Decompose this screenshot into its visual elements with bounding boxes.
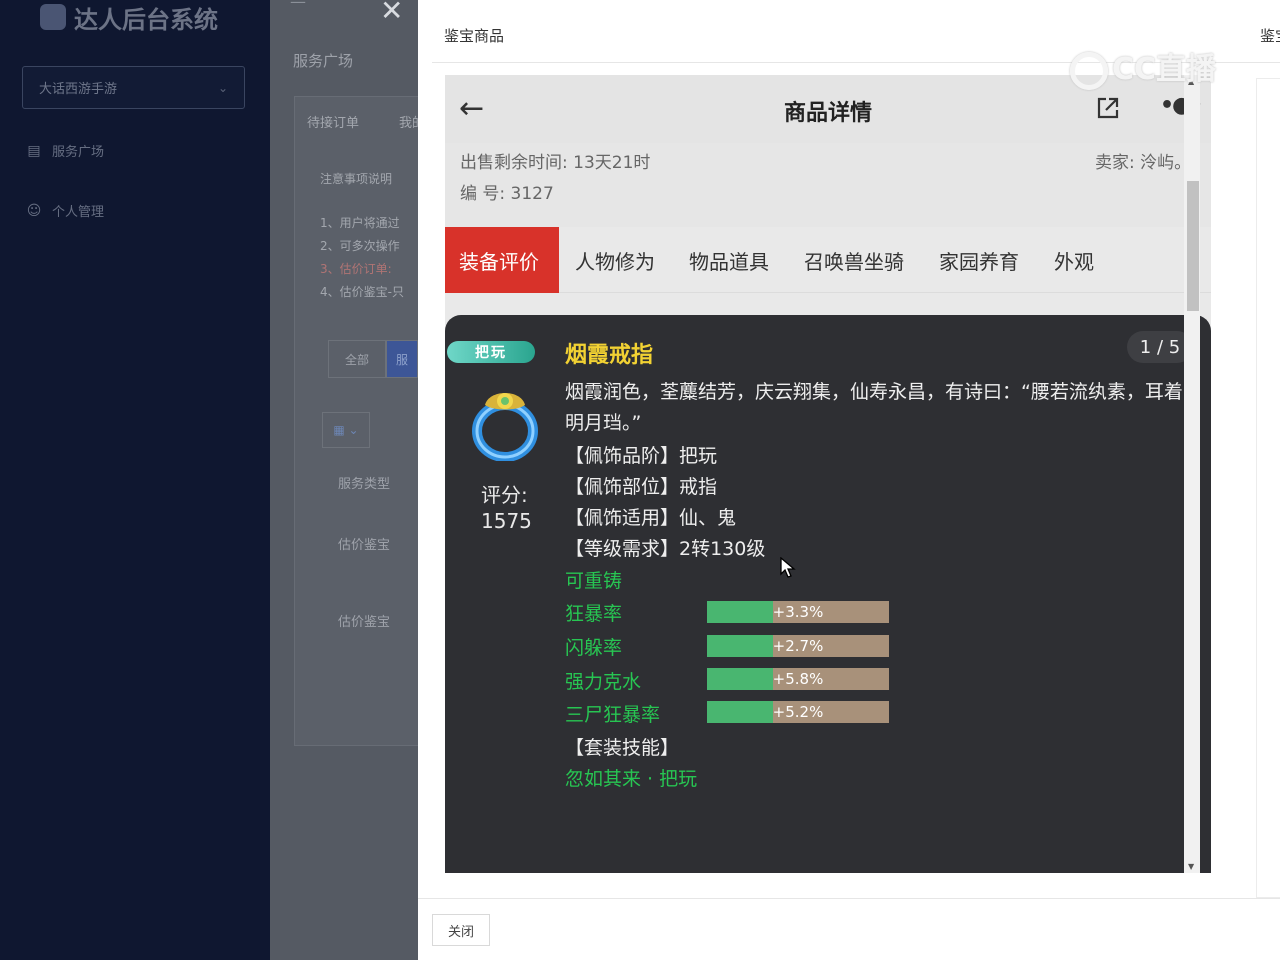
grade-badge: 把玩 [447, 341, 535, 363]
chevron-down-icon: ⌄ [217, 80, 228, 95]
game-select[interactable]: 大话西游手游 ⌄ [22, 66, 245, 109]
watermark-logo-icon [1070, 51, 1108, 90]
notice-line: 4、估价鉴宝-只 [320, 285, 404, 299]
stat-name: 三尸狂暴率 [565, 704, 661, 726]
ring-icon [472, 393, 538, 461]
item-detail-card: 把玩 评分: 1575 烟霞戒指 1 / 5 烟霞润色，荃蘪结芳，庆云翔集，仙寿… [445, 315, 1211, 873]
notice-line: 1、用户将通过 [320, 216, 400, 230]
modal-title-secondary: 鉴宝 [1260, 27, 1280, 45]
logo-icon [40, 4, 66, 30]
brand-title: 达人后台系统 [74, 5, 218, 34]
set-skill-label: 【套装技能】 [565, 737, 680, 759]
brand: 达人后台系统 [40, 0, 218, 34]
notice-title: 注意事项说明 [320, 172, 393, 186]
stat-bar: +2.7% [707, 635, 889, 657]
appraisal-modal: 鉴宝商品 鉴宝 ← 商品详情 •●• 出售剩余时间: 13天21时 卖家: 泠屿… [418, 0, 1280, 960]
scroll-down-icon[interactable]: ▼ [1188, 862, 1194, 871]
building-icon: ▤ [27, 142, 41, 159]
tab-home[interactable]: 家园养育 [939, 227, 1019, 293]
tab-character[interactable]: 人物修为 [575, 227, 655, 293]
score-value: 1575 [481, 509, 532, 533]
column-header: 服务类型 [338, 477, 391, 492]
category-tabs: 装备评价 人物修为 物品道具 召唤兽坐骑 家园养育 外观 [445, 227, 1211, 293]
stat-value: +3.3% [772, 603, 824, 621]
stat-bar: +5.2% [707, 701, 889, 723]
product-detail-view: ← 商品详情 •●• 出售剩余时间: 13天21时 卖家: 泠屿。 编 号: 3… [445, 75, 1211, 873]
seller: 卖家: 泠屿。 [1095, 153, 1192, 173]
tab-equipment[interactable]: 装备评价 [445, 227, 559, 293]
filter-other-button: 服 [386, 340, 418, 378]
close-icon: ✕ [380, 0, 404, 27]
sidebar: 达人后台系统 大话西游手游 ⌄ ▤ 服务广场 ☺ 个人管理 [0, 0, 270, 960]
stat-value: +5.2% [772, 703, 824, 721]
serial-number: 编 号: 3127 [460, 184, 554, 204]
recast-label: 可重铸 [565, 570, 623, 592]
table-cell: 估价鉴宝 [338, 538, 391, 553]
mouse-cursor-icon [780, 557, 796, 578]
stat-name: 闪躲率 [565, 637, 623, 659]
stat-value: +5.8% [772, 670, 824, 688]
game-select-value: 大话西游手游 [39, 82, 118, 97]
sidebar-item-label: 个人管理 [52, 205, 105, 220]
sidebar-item-personal[interactable]: ☺ 个人管理 [26, 201, 105, 221]
close-button[interactable]: 关闭 [432, 914, 490, 946]
tab-pets-mounts[interactable]: 召唤兽坐骑 [804, 227, 904, 293]
item-prop: 【佩饰品阶】把玩 [565, 445, 718, 467]
right-panel [1256, 78, 1280, 898]
remaining-time: 出售剩余时间: 13天21时 [460, 153, 651, 173]
share-icon[interactable] [1095, 95, 1121, 121]
scrollbar[interactable]: ▲ ▼ [1184, 75, 1200, 873]
score-label: 评分: [481, 483, 528, 507]
notice-line: 2、可多次操作 [320, 239, 400, 253]
tab-items[interactable]: 物品道具 [689, 227, 769, 293]
modal-title: 鉴宝商品 [444, 27, 505, 45]
user-icon: ☺ [26, 202, 42, 219]
grid-view-icon: ▦ ⌄ [322, 412, 370, 448]
tab-pending-orders: 待接订单 [307, 116, 360, 131]
breadcrumb: 服务广场 [293, 52, 354, 70]
minimize-icon: — [290, 0, 306, 11]
item-description: 烟霞润色，荃蘪结芳，庆云翔集，仙寿永昌，有诗曰：“腰若流纨素，耳着明月珰。” [565, 381, 1183, 434]
sale-info: 出售剩余时间: 13天21时 卖家: 泠屿。 编 号: 3127 [445, 143, 1211, 227]
divider [418, 898, 1280, 899]
item-name: 烟霞戒指 [565, 343, 654, 368]
item-prop: 【等级需求】2转130级 [565, 538, 766, 560]
notice-line: 3、估价订单: [320, 262, 392, 276]
item-prop: 【佩饰适用】仙、鬼 [565, 507, 737, 529]
filter-all-button: 全部 [328, 340, 386, 378]
tab-appearance[interactable]: 外观 [1054, 227, 1094, 293]
item-prop: 【佩饰部位】戒指 [565, 476, 718, 498]
scrollbar-thumb[interactable] [1187, 181, 1199, 311]
stat-bar: +3.3% [707, 601, 889, 623]
table-cell: 估价鉴宝 [338, 615, 391, 630]
stat-value: +2.7% [772, 637, 824, 655]
watermark: CC直播 [1070, 44, 1216, 90]
tab-mine: 我的 [399, 116, 418, 131]
stat-name: 强力克水 [565, 671, 642, 693]
sidebar-item-label: 服务广场 [52, 145, 105, 160]
sidebar-item-service-plaza[interactable]: ▤ 服务广场 [26, 141, 105, 161]
stat-bar: +5.8% [707, 668, 889, 690]
watermark-text: CC直播 [1112, 52, 1217, 87]
stat-name: 狂暴率 [565, 603, 623, 625]
set-skill: 忽如其来 · 把玩 [565, 768, 698, 790]
